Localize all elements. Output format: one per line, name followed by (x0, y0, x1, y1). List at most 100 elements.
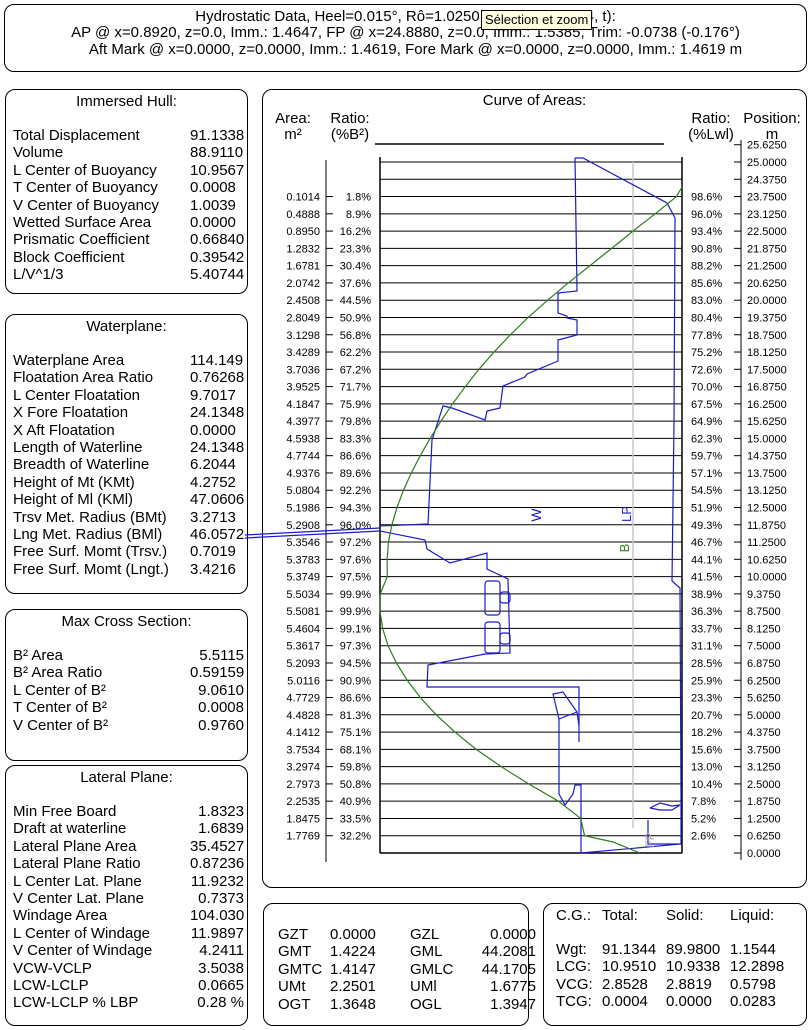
area-label: 2.4508 (286, 295, 320, 307)
stability-value: 2.2501 (330, 978, 376, 996)
area-label: 5.0116 (287, 675, 320, 687)
cg-value: 0.5798 (730, 975, 776, 993)
position-tick-label: 5.0000 (747, 710, 781, 722)
ratio-lwl-label: 67.5% (691, 399, 722, 411)
stability-row: OGT 1.3648 OGL 1.3947 (278, 996, 536, 1013)
hull-profile-upper (379, 157, 578, 527)
position-tick-label: 1.8750 (747, 796, 781, 808)
cg-header-row: C.G.: Total: Solid: Liquid: (556, 907, 794, 924)
position-tick-label: 3.7500 (747, 744, 781, 756)
cg-row: TCG: 0.0004 0.0000 0.0283 (556, 993, 794, 1010)
cg-value: 2.8528 (602, 975, 648, 993)
fp-marker: FP (643, 832, 657, 847)
ratio-lwl-label: 70.0% (691, 382, 722, 394)
ratio-lwl-label: 25.9% (691, 675, 722, 687)
position-tick-label: 6.2500 (747, 675, 781, 687)
position-tick-label: 18.7500 (747, 330, 787, 342)
stability-label: OGL (410, 995, 442, 1013)
position-tick-label: 16.2500 (747, 399, 787, 411)
position-tick-label: 20.0000 (747, 295, 787, 307)
cg-value: 12.2898 (730, 958, 785, 976)
ratio-b2-label: 97.3% (340, 641, 371, 653)
stability-row: GMTC 1.4147 GMLC 44.1705 (278, 961, 536, 978)
position-tick-label: 7.5000 (747, 641, 781, 653)
lp-marker: LP (619, 506, 634, 522)
stability-row: GZT 0.0000 GZL 0.0000 (278, 926, 536, 943)
ratio-b2-label: 75.1% (340, 727, 371, 739)
stability-label: GMLC (410, 960, 454, 978)
ratio-lwl-label: 96.0% (691, 209, 722, 221)
ratio-lwl-label: 88.2% (691, 261, 722, 273)
ratio-lwl-label: 46.7% (691, 537, 722, 549)
ratio-b2-label: 23.3% (340, 243, 371, 255)
ratio-lwl-label: 36.3% (691, 606, 722, 618)
position-tick-label: 21.2500 (747, 261, 787, 273)
position-tick-label: 15.0000 (747, 433, 787, 445)
ratio-lwl-label: 54.5% (691, 485, 722, 497)
position-tick-label: 3.1250 (747, 762, 781, 774)
ratio-lwl-label: 18.2% (691, 727, 722, 739)
stability-value: 1.4224 (330, 943, 376, 961)
area-label: 4.7744 (286, 451, 320, 463)
ratio-b2-label: 99.9% (340, 589, 371, 601)
position-tick-label: 18.1250 (747, 347, 787, 359)
ratio-lwl-label: 51.9% (691, 503, 722, 515)
position-tick-label: 5.6250 (747, 693, 781, 705)
area-label: 5.5081 (286, 606, 320, 618)
area-label: 3.2974 (286, 762, 320, 774)
cg-row: Wgt: 91.1344 89.9800 1.1544 (556, 941, 794, 958)
ratio-lwl-label: 23.3% (691, 693, 722, 705)
stability-panel: GZT 0.0000 GZL 0.0000 GMT 1.4224 GML 44.2081 GMT… (263, 903, 536, 1026)
cg-row: LCG: 10.9510 10.9338 12.2898 (556, 958, 794, 975)
ratio-b2-label: 90.9% (340, 675, 371, 687)
area-label: 3.4289 (286, 347, 320, 359)
ratio-b2-label: 97.2% (340, 537, 371, 549)
curve-of-areas-chart[interactable]: 25.6250 25.0000 24.3750 23.7500 23.1250 22.50… (0, 0, 809, 1030)
stability-label: UMl (410, 978, 437, 996)
stability-row: GMT 1.4224 GML 44.2081 (278, 943, 536, 960)
cg-label: VCG: (556, 975, 593, 993)
position-tick-label: 8.7500 (747, 606, 781, 618)
ratio-lwl-label: 20.7% (691, 710, 722, 722)
area-label: 5.2908 (286, 520, 320, 532)
ratio-lwl-label: 93.4% (691, 226, 722, 238)
cg-panel: C.G.: Total: Solid: Liquid: Wgt: 91.1344 89.9… (543, 903, 807, 1026)
ratio-lwl-label: 44.1% (691, 554, 722, 566)
ratio-lwl-label: 7.8% (691, 796, 716, 808)
position-tick-label: 23.1250 (747, 209, 787, 221)
cg-value: 89.9800 (666, 941, 721, 958)
ratio-b2-label: 89.6% (340, 468, 371, 480)
area-label: 1.8475 (286, 813, 320, 825)
ratio-b2-label: 97.5% (340, 572, 371, 584)
position-tick-label: 11.8750 (747, 520, 786, 532)
ratio-b2-label: 94.3% (340, 503, 371, 515)
cg-value: 91.1344 (602, 941, 657, 958)
cg-value: 10.9510 (602, 958, 657, 976)
ratio-b2-label: 99.9% (340, 606, 371, 618)
ratio-lwl-label: 77.8% (691, 330, 722, 342)
stability-label: UMt (278, 978, 306, 996)
area-label: 5.0804 (286, 485, 320, 497)
ratio-lwl-label: 59.7% (691, 451, 722, 463)
position-tick-label: 4.3750 (747, 727, 781, 739)
cg-value: 10.9338 (666, 958, 721, 976)
hull-appendage (484, 580, 501, 616)
hull-detail (649, 802, 681, 811)
ratio-lwl-label: 83.0% (691, 295, 722, 307)
area-label: 2.2535 (286, 796, 320, 808)
ratio-lwl-label: 62.3% (691, 433, 722, 445)
stability-label: GML (410, 943, 443, 961)
position-tick-label: 10.6250 (747, 554, 787, 566)
position-tick-label: 2.5000 (747, 779, 781, 791)
hull-profile-aft (558, 157, 682, 854)
cg-grid: Wgt: 91.1344 89.9800 1.1544 LCG: 10.9510 10.93… (556, 941, 794, 1011)
ratio-b2-label: 40.9% (340, 796, 371, 808)
area-label: 1.6781 (286, 261, 320, 273)
position-tick-label: 25.6250 (747, 140, 787, 152)
cg-header: Solid: (666, 907, 704, 924)
ratio-lwl-label: 57.1% (691, 468, 722, 480)
cg-value: 0.0000 (666, 993, 712, 1011)
ratio-b2-label: 62.2% (340, 347, 371, 359)
position-tick-label: 20.6250 (747, 278, 787, 290)
ratio-b2-label: 99.1% (340, 623, 371, 635)
